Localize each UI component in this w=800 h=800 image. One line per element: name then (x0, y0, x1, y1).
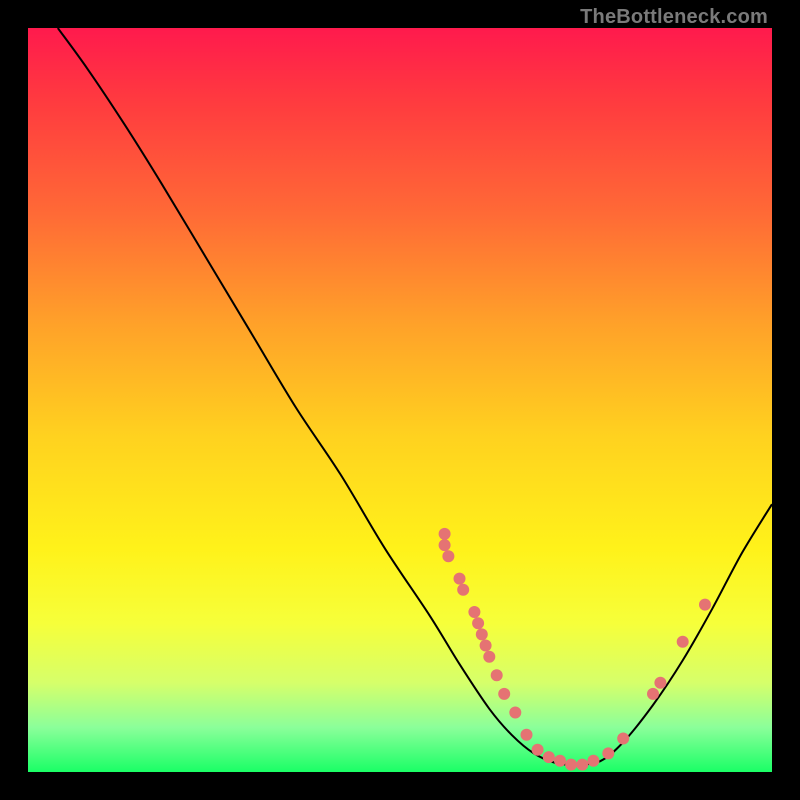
scatter-point (521, 729, 533, 741)
scatter-point (472, 617, 484, 629)
watermark-text: TheBottleneck.com (580, 6, 768, 29)
scatter-point (439, 528, 451, 540)
scatter-point (439, 539, 451, 551)
scatter-point (483, 651, 495, 663)
bottleneck-curve (58, 28, 772, 765)
scatter-points-group (439, 528, 711, 771)
scatter-point (576, 759, 588, 771)
scatter-point (554, 755, 566, 767)
scatter-point (498, 688, 510, 700)
scatter-point (647, 688, 659, 700)
scatter-point (476, 628, 488, 640)
scatter-point (602, 747, 614, 759)
scatter-point (442, 550, 454, 562)
scatter-point (480, 640, 492, 652)
chart-svg (28, 28, 772, 772)
scatter-point (699, 599, 711, 611)
chart-plot-area (28, 28, 772, 772)
scatter-point (457, 584, 469, 596)
scatter-point (587, 755, 599, 767)
scatter-point (468, 606, 480, 618)
scatter-point (654, 677, 666, 689)
scatter-point (454, 573, 466, 585)
scatter-point (617, 733, 629, 745)
scatter-point (677, 636, 689, 648)
scatter-point (543, 751, 555, 763)
scatter-point (532, 744, 544, 756)
scatter-point (565, 759, 577, 771)
scatter-point (491, 669, 503, 681)
scatter-point (509, 707, 521, 719)
